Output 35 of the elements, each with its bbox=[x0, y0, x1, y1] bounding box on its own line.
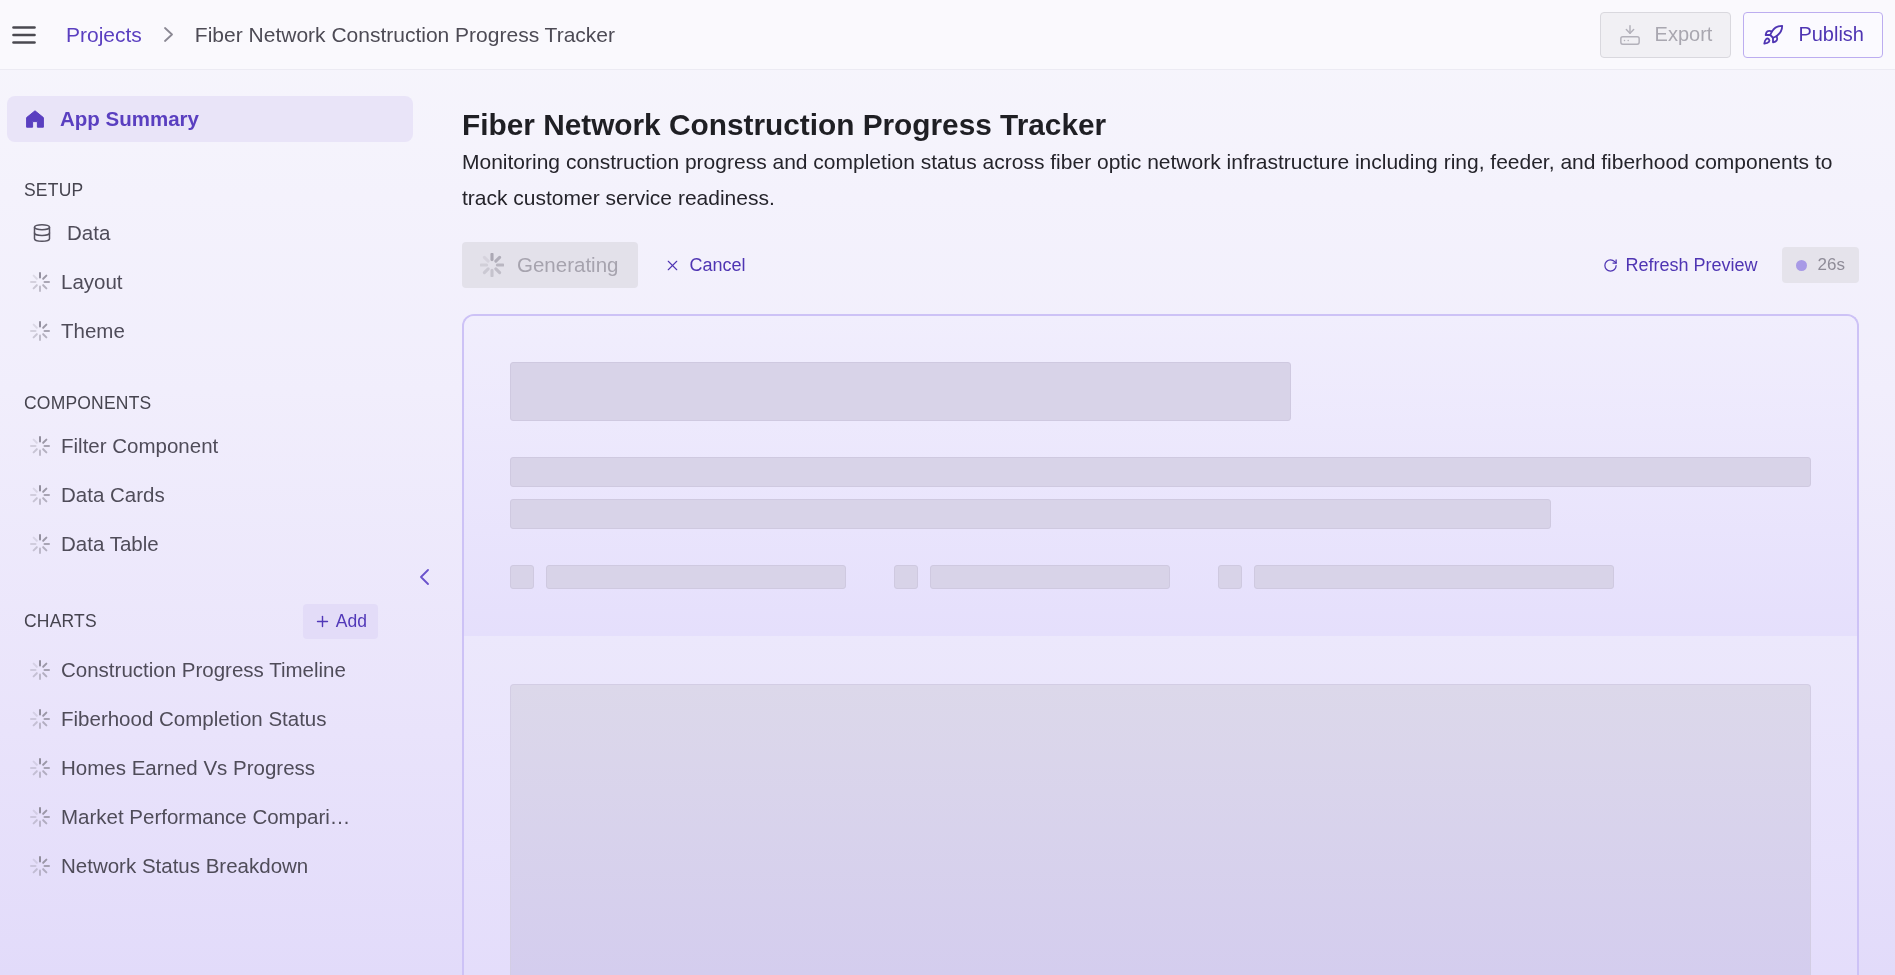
skeleton-square bbox=[510, 565, 534, 589]
refresh-icon bbox=[1602, 257, 1618, 273]
elapsed-time-text: 26s bbox=[1817, 255, 1845, 275]
sidebar-item[interactable]: Construction Progress Timeline bbox=[7, 645, 413, 694]
sidebar-item[interactable]: Layout bbox=[7, 257, 413, 306]
sidebar-item[interactable]: Network Status Breakdown bbox=[7, 841, 413, 890]
section-title: SETUP bbox=[24, 179, 84, 201]
sidebar-item[interactable]: Data bbox=[7, 208, 413, 257]
skeleton-square bbox=[1218, 565, 1242, 589]
refresh-preview-button[interactable]: Refresh Preview bbox=[1602, 254, 1758, 276]
sidebar-item[interactable]: Fiberhood Completion Status bbox=[7, 694, 413, 743]
publish-button[interactable]: Publish bbox=[1743, 11, 1883, 58]
cancel-button[interactable]: Cancel bbox=[664, 254, 746, 276]
download-icon bbox=[1618, 23, 1641, 46]
sidebar-item[interactable]: Filter Component bbox=[7, 421, 413, 470]
add-button[interactable]: Add bbox=[302, 604, 378, 639]
chevron-right-icon bbox=[163, 27, 173, 42]
status-dot-icon bbox=[1795, 259, 1807, 271]
breadcrumb-current: Fiber Network Construction Progress Tracker bbox=[194, 22, 615, 47]
home-icon bbox=[26, 110, 44, 128]
app-summary-item[interactable]: App Summary bbox=[7, 96, 413, 142]
page-title: Fiber Network Construction Progress Tracker bbox=[462, 108, 1108, 142]
page-description: Monitoring construction progress and completion status across fiber optic network infrastructure including ring, feeder, and fiberhood components to track customer service readiness. bbox=[462, 149, 1834, 211]
breadcrumb-link[interactable]: Projects bbox=[66, 22, 142, 47]
sidebar-item[interactable]: Market Performance Compari… bbox=[7, 792, 413, 841]
section-title: CHARTS bbox=[24, 611, 97, 632]
sidebar-item[interactable]: Theme bbox=[7, 306, 413, 355]
section-title: COMPONENTS bbox=[24, 392, 152, 414]
sidebar-item[interactable]: Data Cards bbox=[7, 470, 413, 519]
sidebar-item[interactable]: Data Table bbox=[7, 519, 413, 568]
sidebar-item[interactable]: Homes Earned Vs Progress bbox=[7, 743, 413, 792]
menu-icon[interactable] bbox=[12, 25, 36, 44]
chevron-left-icon[interactable] bbox=[420, 569, 429, 585]
skeleton-square bbox=[894, 565, 918, 589]
rocket-icon bbox=[1762, 23, 1785, 46]
